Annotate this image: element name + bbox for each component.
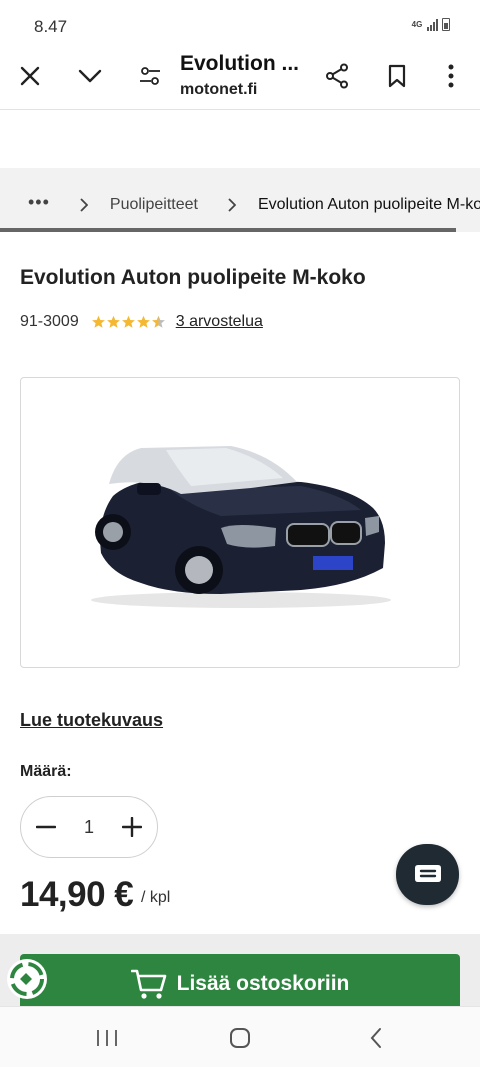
quantity-stepper: 1 bbox=[20, 796, 158, 858]
breadcrumb-more-icon[interactable]: ••• bbox=[28, 193, 50, 211]
status-icons: 4G bbox=[411, 18, 450, 31]
add-to-cart-label: Lisää ostoskoriin bbox=[176, 972, 350, 995]
chevron-right-icon bbox=[228, 198, 236, 212]
price-unit: / kpl bbox=[141, 889, 171, 906]
more-icon[interactable] bbox=[435, 60, 467, 92]
settings-icon[interactable] bbox=[134, 60, 166, 92]
minus-icon[interactable] bbox=[31, 812, 61, 842]
product-title: Evolution Auton puolipeite M-koko bbox=[20, 266, 366, 289]
status-time: 8.47 bbox=[34, 17, 68, 36]
signal-icon bbox=[427, 18, 438, 31]
breadcrumb: ••• Puolipeitteet Evolution Auton puolip… bbox=[0, 168, 480, 232]
star-icon bbox=[91, 315, 105, 328]
bookmark-icon[interactable] bbox=[381, 60, 413, 92]
quantity-value[interactable]: 1 bbox=[84, 817, 94, 838]
product-price: 14,90 € bbox=[20, 875, 134, 914]
chevron-down-icon[interactable] bbox=[74, 60, 106, 92]
plus-icon[interactable] bbox=[117, 812, 147, 842]
chevron-right-icon bbox=[80, 198, 88, 212]
share-icon[interactable] bbox=[321, 60, 353, 92]
product-image[interactable] bbox=[20, 377, 460, 668]
close-icon[interactable] bbox=[14, 60, 46, 92]
back-icon[interactable] bbox=[361, 1023, 391, 1053]
status-bar: 8.47 4G bbox=[0, 0, 480, 44]
header-spacer bbox=[0, 111, 480, 167]
page-title[interactable]: Evolution ... bbox=[180, 52, 299, 76]
product-sku: 91-3009 bbox=[20, 313, 79, 330]
chat-button[interactable] bbox=[396, 844, 459, 905]
star-icon bbox=[151, 315, 165, 328]
breadcrumb-current: Evolution Auton puolipeite M-koko bbox=[257, 196, 480, 213]
browser-toolbar: Evolution ... motonet.fi bbox=[0, 44, 480, 110]
product-meta: 91-3009 3 arvostelua bbox=[20, 313, 263, 331]
network-icon: 4G bbox=[411, 19, 423, 29]
cart-icon bbox=[130, 968, 167, 1000]
add-to-cart-button[interactable]: Lisää ostoskoriin bbox=[20, 954, 460, 1014]
rating-stars bbox=[91, 315, 166, 329]
quantity-label: Määrä: bbox=[20, 763, 72, 780]
reviews-link[interactable]: 3 arvostelua bbox=[176, 313, 263, 331]
description-link[interactable]: Lue tuotekuvaus bbox=[20, 710, 163, 731]
home-icon[interactable] bbox=[225, 1023, 255, 1053]
recents-icon[interactable] bbox=[92, 1023, 122, 1053]
star-icon bbox=[106, 315, 120, 328]
breadcrumb-item[interactable]: Puolipeitteet bbox=[110, 196, 198, 214]
system-nav-bar bbox=[0, 1006, 480, 1067]
page-domain[interactable]: motonet.fi bbox=[180, 81, 257, 99]
breadcrumb-scrollbar[interactable] bbox=[0, 228, 456, 232]
chat-icon bbox=[414, 864, 441, 882]
loyalty-badge-icon[interactable] bbox=[4, 954, 50, 1004]
star-icon bbox=[121, 315, 135, 328]
star-icon bbox=[136, 315, 150, 328]
battery-icon bbox=[442, 18, 450, 31]
